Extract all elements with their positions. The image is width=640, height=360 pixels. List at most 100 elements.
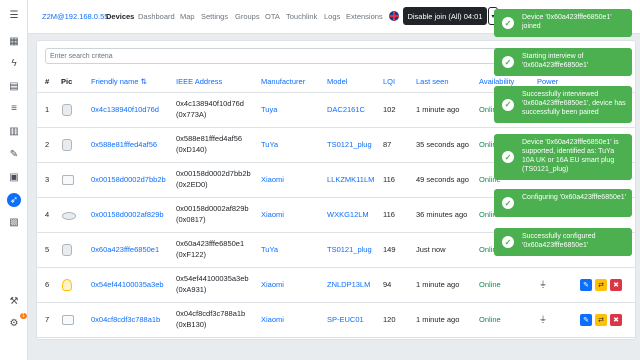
toast-notification[interactable]: ✓ Configuring '0x60a423fffe6850e1' bbox=[494, 189, 632, 217]
last-seen: Just now bbox=[416, 245, 446, 254]
id-card-icon[interactable]: ▤ bbox=[6, 79, 22, 93]
ieee-address: 0x00158d0002d7bb2b bbox=[176, 169, 251, 178]
check-circle-icon: ✓ bbox=[502, 197, 514, 209]
menu-icon[interactable]: ☰ bbox=[6, 8, 22, 22]
last-seen: 1 minute ago bbox=[416, 280, 460, 289]
reconfigure-button[interactable]: ⇄ bbox=[595, 279, 607, 291]
nav-touchlink[interactable]: Touchlink bbox=[286, 12, 317, 21]
reconfigure-button[interactable]: ⇄ bbox=[595, 314, 607, 326]
nav-dashboard[interactable]: Dashboard bbox=[138, 12, 175, 21]
col-header-last-seen[interactable]: Last seen bbox=[416, 77, 449, 86]
delete-button[interactable]: ✖ bbox=[610, 279, 622, 291]
plug-icon: ⏚ bbox=[539, 280, 547, 289]
manufacturer-link[interactable]: Tuya bbox=[261, 105, 277, 115]
device-picture bbox=[62, 212, 76, 220]
lqi-value: 116 bbox=[383, 210, 395, 219]
col-header-availability[interactable]: Availability bbox=[479, 77, 514, 86]
network-address: (0xF122) bbox=[176, 250, 207, 259]
device-name-link[interactable]: 0x00158d0002d7bb2b bbox=[91, 175, 166, 185]
toast-message: Successfully configured '0x60a423fffe685… bbox=[522, 233, 596, 249]
row-number: 5 bbox=[45, 245, 50, 254]
col-header-power[interactable]: Power bbox=[537, 77, 558, 86]
lqi-value: 94 bbox=[383, 280, 392, 289]
toast-notification[interactable]: ✓ Successfully interviewed '0x60a423fffe… bbox=[494, 86, 632, 123]
device-name-link[interactable]: 0x588e81fffed4af56 bbox=[91, 140, 157, 150]
manufacturer-link[interactable]: Xiaomi bbox=[261, 175, 284, 185]
edit-button[interactable]: ✎ bbox=[580, 279, 592, 291]
model-link[interactable]: SP-EUC01 bbox=[327, 315, 364, 325]
dashboard-icon[interactable]: ▦ bbox=[6, 34, 22, 48]
compass-icon[interactable]: ➶ bbox=[7, 193, 21, 207]
table-row: 7 0x04cf8cdf3c788a1b 0x04cf8cdf3c788a1b … bbox=[37, 303, 635, 338]
disable-join-button[interactable]: Disable join (All) 04:01 bbox=[403, 7, 487, 25]
manufacturer-link[interactable]: Xiaomi bbox=[261, 280, 284, 290]
model-link[interactable]: LLKZMK11LM bbox=[327, 175, 374, 185]
row-number: 7 bbox=[45, 315, 50, 324]
model-link[interactable]: TS0121_plug bbox=[327, 245, 372, 255]
device-name-link[interactable]: 0x60a423fffe6850e1 bbox=[91, 245, 159, 255]
device-name-link[interactable]: 0x00158d0002af829b bbox=[91, 210, 164, 220]
manufacturer-link[interactable]: Xiaomi bbox=[261, 210, 284, 220]
nav-settings[interactable]: Settings bbox=[201, 12, 228, 21]
model-link[interactable]: WXKG12LM bbox=[327, 210, 369, 220]
wrench-icon[interactable]: ✎ bbox=[6, 147, 22, 161]
nav-map[interactable]: Map bbox=[180, 12, 195, 21]
toast-notification[interactable]: ✓ Device '0x60a423fffe6850e1' is support… bbox=[494, 134, 632, 180]
nav-groups[interactable]: Groups bbox=[235, 12, 260, 21]
nav-ota[interactable]: OTA bbox=[265, 12, 280, 21]
network-address: (0xB130) bbox=[176, 320, 207, 329]
ieee-address: 0x00158d0002af829b bbox=[176, 204, 249, 213]
edit-button[interactable]: ✎ bbox=[580, 314, 592, 326]
device-picture bbox=[62, 244, 72, 256]
device-picture bbox=[62, 315, 74, 325]
manufacturer-link[interactable]: TuYa bbox=[261, 245, 278, 255]
lightning-icon[interactable]: ϟ bbox=[6, 56, 22, 70]
delete-button[interactable]: ✖ bbox=[610, 314, 622, 326]
nav-extensions[interactable]: Extensions bbox=[346, 12, 383, 21]
table-row: 6 0x54ef44100035a3eb 0x54ef44100035a3eb … bbox=[37, 268, 635, 303]
device-name-link[interactable]: 0x54ef44100035a3eb bbox=[91, 280, 164, 290]
ieee-address: 0x54ef44100035a3eb bbox=[176, 274, 249, 283]
row-number: 4 bbox=[45, 210, 50, 219]
check-circle-icon: ✓ bbox=[502, 151, 514, 163]
model-link[interactable]: TS0121_plug bbox=[327, 140, 372, 150]
last-seen: 1 minute ago bbox=[416, 315, 460, 324]
ieee-address: 0x4c138940f10d76d bbox=[176, 99, 244, 108]
last-seen: 35 seconds ago bbox=[416, 140, 469, 149]
check-circle-icon: ✓ bbox=[502, 98, 514, 111]
chart-icon[interactable]: ▥ bbox=[6, 124, 22, 138]
network-icon[interactable]: ▣ bbox=[6, 170, 22, 184]
hammer-icon[interactable]: ⚒ bbox=[6, 294, 22, 308]
col-header-manufacturer[interactable]: Manufacturer bbox=[261, 77, 305, 86]
lqi-value: 87 bbox=[383, 140, 392, 149]
toast-notification[interactable]: ✓ Device '0x60a423fffe6850e1' joined bbox=[494, 9, 632, 37]
toast-notification[interactable]: ✓ Successfully configured '0x60a423fffe6… bbox=[494, 228, 632, 256]
network-address: (0xD140) bbox=[176, 145, 207, 154]
settings-icon[interactable]: ⚙ 1 bbox=[6, 313, 27, 330]
model-link[interactable]: DAC2161C bbox=[327, 105, 365, 115]
device-name-link[interactable]: 0x04cf8cdf3c788a1b bbox=[91, 315, 160, 325]
col-header-pic: Pic bbox=[61, 77, 73, 86]
row-number: 2 bbox=[45, 140, 50, 149]
col-header-model[interactable]: Model bbox=[327, 77, 347, 86]
model-link[interactable]: ZNLDP13LM bbox=[327, 280, 370, 290]
list-icon[interactable]: ≡ bbox=[6, 101, 22, 115]
image-icon[interactable]: ▧ bbox=[6, 215, 22, 229]
check-circle-icon: ✓ bbox=[502, 17, 514, 29]
col-header-friendly-name[interactable]: Friendly name ⇅ bbox=[91, 77, 147, 86]
col-header-ieee[interactable]: IEEE Address bbox=[176, 77, 222, 86]
manufacturer-link[interactable]: Xiaomi bbox=[261, 315, 284, 325]
nav-devices[interactable]: Devices bbox=[106, 12, 134, 21]
device-picture bbox=[62, 104, 72, 116]
device-name-link[interactable]: 0x4c138940f10d76d bbox=[91, 105, 159, 115]
notification-badge: 1 bbox=[20, 313, 27, 319]
nav-logs[interactable]: Logs bbox=[324, 12, 340, 21]
toast-message: Starting interview of '0x60a423fffe6850e… bbox=[522, 53, 589, 69]
col-header-num: # bbox=[45, 77, 50, 86]
manufacturer-link[interactable]: TuYa bbox=[261, 140, 278, 150]
lqi-value: 149 bbox=[383, 245, 396, 254]
brand-link[interactable]: Z2M@192.168.0.55 bbox=[42, 12, 108, 21]
col-header-lqi[interactable]: LQI bbox=[383, 77, 395, 86]
language-flag-icon[interactable] bbox=[389, 11, 399, 21]
toast-notification[interactable]: ✓ Starting interview of '0x60a423fffe685… bbox=[494, 48, 632, 76]
